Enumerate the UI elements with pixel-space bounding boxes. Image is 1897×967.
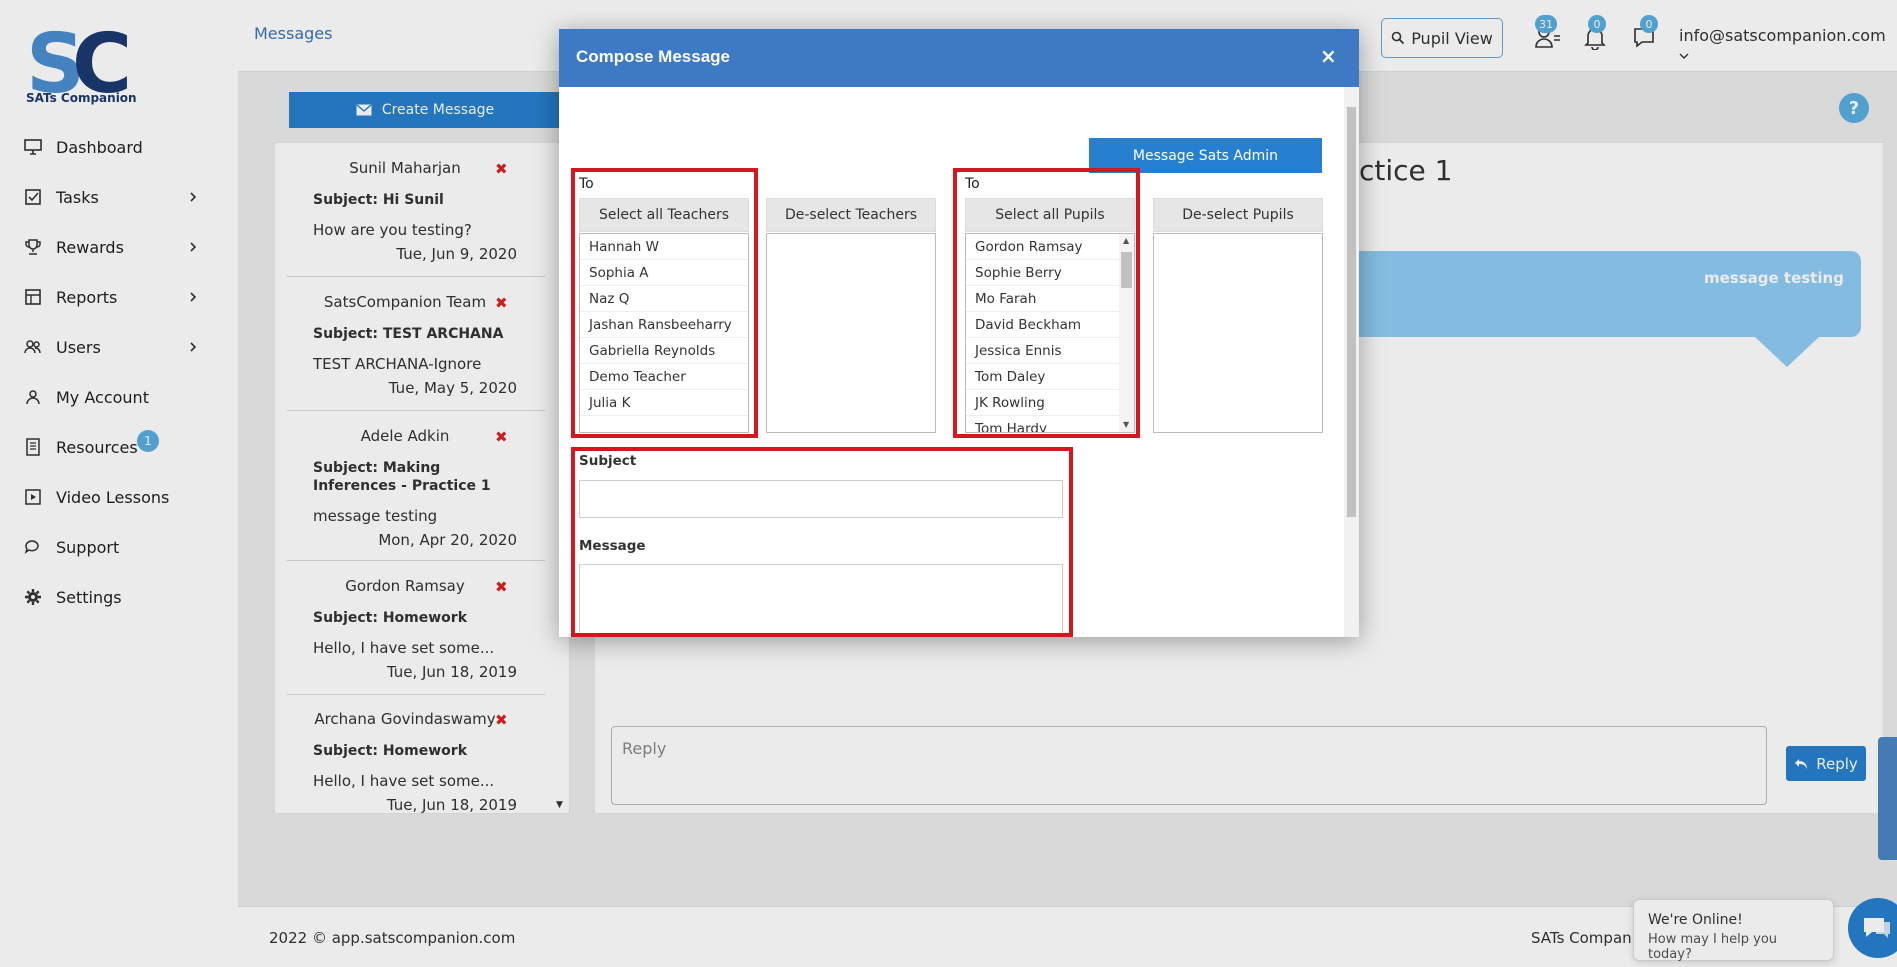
modal-title: Compose Message [576, 47, 730, 66]
deselect-pupils-button[interactable]: De-select Pupils [1153, 198, 1323, 232]
close-icon[interactable]: × [1320, 44, 1337, 68]
deselect-teachers-button[interactable]: De-select Teachers [766, 198, 936, 232]
selected-pupils-list[interactable] [1153, 233, 1323, 433]
highlight-pupils [953, 168, 1140, 438]
modal-header: Compose Message × [559, 29, 1359, 87]
modal-body: Message Sats Admin To Select all Teacher… [559, 87, 1343, 637]
highlight-teachers [571, 168, 758, 438]
scrollbar-thumb[interactable] [1347, 107, 1356, 517]
compose-message-modal: Compose Message × Message Sats Admin To … [559, 29, 1359, 637]
selected-teachers-list[interactable] [766, 233, 936, 433]
highlight-subject-message [571, 447, 1073, 637]
modal-scrollbar[interactable] [1344, 87, 1359, 637]
